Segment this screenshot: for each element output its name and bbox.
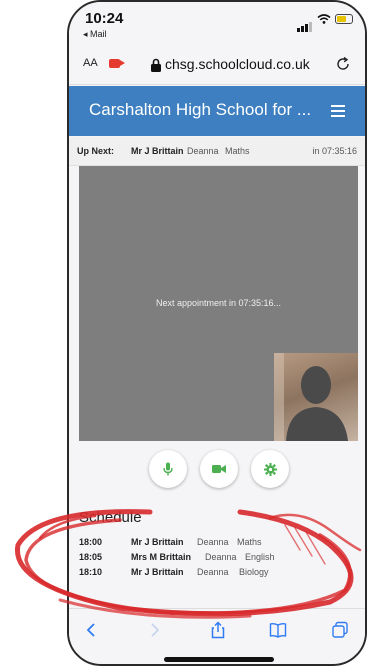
settings-button[interactable] (251, 450, 289, 488)
schedule-time: 18:10 (79, 567, 103, 577)
schedule-teacher: Mr J Brittain (131, 567, 184, 577)
schedule-subject: Maths (237, 537, 262, 547)
screenshot-canvas: 10:24 ◂ Mail AA chsg.schoolcloud.co.uk C… (0, 0, 367, 666)
hamburger-menu-icon[interactable] (331, 105, 345, 117)
wifi-icon (317, 14, 331, 24)
up-next-countdown: in 07:35:16 (312, 146, 357, 156)
reload-icon[interactable] (335, 56, 351, 72)
up-next-teacher: Mr J Brittain (131, 146, 184, 156)
camera-button[interactable] (200, 450, 238, 488)
up-next-bar: Up Next: Mr J Brittain Deanna Maths in 0… (69, 137, 365, 166)
up-next-subject: Maths (225, 146, 250, 156)
signal-icon (297, 14, 313, 32)
site-title[interactable]: Carshalton High School for ... (89, 100, 311, 120)
up-next-label: Up Next: (77, 146, 115, 156)
schedule-row: 18:00 Mr J Brittain Deanna Maths (79, 537, 359, 552)
schedule-teacher: Mrs M Brittain (131, 552, 192, 562)
schedule-row: 18:10 Mr J Brittain Deanna Biology (79, 567, 359, 582)
schedule-time: 18:00 (79, 537, 103, 547)
schedule-subject: Biology (239, 567, 269, 577)
self-view-video (274, 353, 358, 441)
status-bar: 10:24 ◂ Mail (69, 2, 365, 42)
text-size-button[interactable]: AA (83, 57, 98, 69)
microphone-button[interactable] (149, 450, 187, 488)
schedule-teacher: Mr J Brittain (131, 537, 184, 547)
browser-address-bar[interactable]: AA chsg.schoolcloud.co.uk (69, 44, 365, 85)
back-arrow-icon[interactable] (83, 621, 101, 639)
home-indicator (164, 657, 274, 662)
share-icon[interactable] (209, 621, 227, 639)
call-controls (69, 450, 365, 492)
bookmarks-icon[interactable] (269, 621, 287, 639)
back-to-mail-link[interactable]: ◂ Mail (83, 29, 107, 40)
schedule-student: Deanna (197, 567, 229, 577)
status-time: 10:24 (85, 10, 124, 27)
video-area: Next appointment in 07:35:16... (79, 166, 358, 441)
status-icons (297, 14, 353, 32)
microphone-icon (163, 462, 173, 476)
gear-icon (263, 462, 277, 476)
camera-in-use-icon[interactable] (109, 59, 125, 68)
url-field[interactable]: chsg.schoolcloud.co.uk (165, 56, 310, 72)
schedule-student: Deanna (205, 552, 237, 562)
schedule-list: 18:00 Mr J Brittain Deanna Maths 18:05 M… (79, 537, 359, 582)
tabs-icon[interactable] (331, 621, 349, 639)
video-camera-icon (212, 465, 226, 473)
safari-toolbar (69, 608, 365, 653)
lock-icon (151, 58, 161, 72)
battery-icon (335, 14, 353, 24)
schedule-subject: English (245, 552, 275, 562)
up-next-student: Deanna (187, 146, 219, 156)
site-header: Carshalton High School for ... (69, 86, 365, 136)
schedule-time: 18:05 (79, 552, 103, 562)
schedule-student: Deanna (197, 537, 229, 547)
phone-frame: 10:24 ◂ Mail AA chsg.schoolcloud.co.uk C… (67, 0, 367, 666)
schedule-heading: Schedule (79, 509, 142, 526)
schedule-row: 18:05 Mrs M Brittain Deanna English (79, 552, 359, 567)
person-silhouette (274, 353, 348, 441)
forward-arrow-icon[interactable] (145, 621, 163, 639)
next-appointment-message: Next appointment in 07:35:16... (155, 298, 282, 308)
